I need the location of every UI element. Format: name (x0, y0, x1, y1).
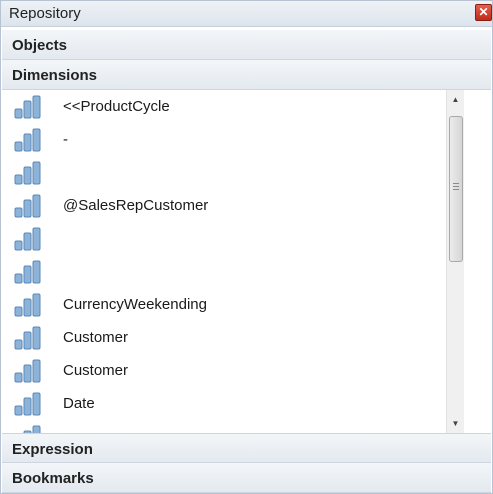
list-item[interactable]: <<ProductCycle (2, 92, 442, 124)
section-dimensions[interactable]: Dimensions (2, 60, 491, 90)
dimension-bars-icon (14, 359, 42, 383)
scroll-down-icon[interactable]: ▼ (447, 415, 464, 432)
title-bar: Repository ✕ (1, 1, 492, 27)
list-item-label: @SalesRepCustomer (63, 197, 209, 214)
dimension-bars-icon (14, 128, 42, 152)
dimension-bars-icon (14, 326, 42, 350)
list-item-label: <<ProductCycle (63, 98, 170, 115)
list-item[interactable]: - (2, 125, 442, 157)
list-item-label: CurrencyWeekending (63, 296, 207, 313)
dimension-bars-icon (14, 95, 42, 119)
section-dimensions-label: Dimensions (12, 67, 98, 84)
scroll-thumb[interactable] (449, 116, 463, 262)
list-item[interactable]: Date (2, 389, 442, 421)
list-item-label: Customer (63, 362, 129, 379)
dimension-bars-icon (14, 392, 42, 416)
dimension-bars-icon (14, 293, 42, 317)
section-bookmarks[interactable]: Bookmarks (2, 463, 491, 493)
list-item[interactable]: Customer (2, 323, 442, 355)
list-item[interactable]: @SalesRepCustomer (2, 191, 442, 223)
list-item[interactable] (2, 422, 442, 433)
section-objects[interactable]: Objects (2, 30, 491, 60)
dimension-bars-icon (14, 260, 42, 284)
list-item-label: - (63, 131, 68, 148)
dimensions-list: <<ProductCycle - @SalesRepCustomer Currency… (2, 90, 491, 433)
dimension-bars-icon (14, 161, 42, 185)
list-item[interactable] (2, 158, 442, 190)
list-item-label: Customer (63, 329, 129, 346)
section-expression-label: Expression (12, 441, 93, 458)
list-item[interactable] (2, 224, 442, 256)
scroll-up-icon[interactable]: ▲ (447, 91, 464, 108)
list-item[interactable] (2, 257, 442, 289)
dimension-bars-icon (14, 425, 42, 433)
list-item-label: Date (63, 395, 95, 412)
panel-title: Repository (9, 5, 81, 22)
section-objects-label: Objects (12, 37, 68, 54)
list-item[interactable]: CurrencyWeekending (2, 290, 442, 322)
scroll-grip-icon (453, 183, 459, 191)
list-item[interactable]: Customer (2, 356, 442, 388)
dimension-bars-icon (14, 194, 42, 218)
vertical-scrollbar[interactable]: ▲ ▼ (446, 90, 464, 433)
dimension-bars-icon (14, 227, 42, 251)
section-expression[interactable]: Expression (2, 433, 491, 463)
repository-panel: Repository ✕ Objects Dimensions <<Produc… (0, 0, 493, 494)
section-bookmarks-label: Bookmarks (12, 470, 94, 487)
close-icon[interactable]: ✕ (475, 4, 492, 21)
